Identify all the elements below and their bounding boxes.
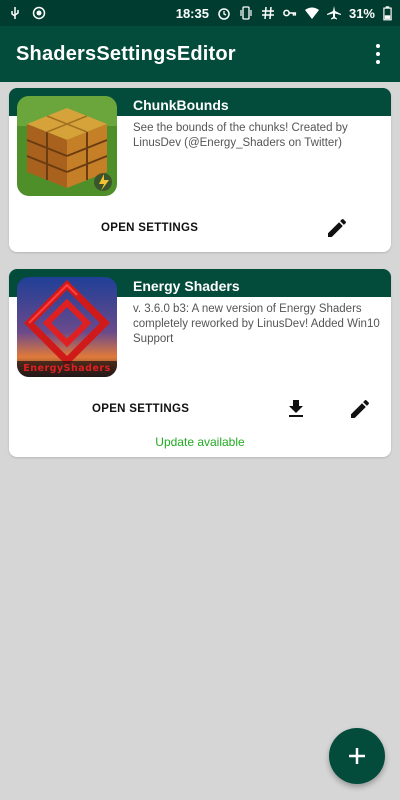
shader-card-energy-shaders: EnergyShaders Energy Shaders v. 3.6.0 b3…: [9, 269, 391, 457]
battery-icon: [383, 5, 392, 20]
plus-icon: [349, 748, 365, 764]
open-settings-button[interactable]: OPEN SETTINGS: [92, 403, 189, 415]
airplane-icon: [326, 6, 341, 20]
shader-card-chunkbounds: ChunkBounds See the bounds of the chunks…: [9, 88, 391, 252]
alarm-icon: [218, 8, 230, 20]
update-available-label: Update available: [155, 435, 245, 449]
shader-name: ChunkBounds: [133, 97, 229, 113]
hashtag-icon: [261, 6, 274, 20]
usb-icon: [11, 7, 19, 19]
wifi-icon: [304, 7, 319, 19]
open-settings-button[interactable]: OPEN SETTINGS: [101, 222, 198, 234]
app-title: ShadersSettingsEditor: [16, 42, 236, 65]
shader-description: v. 3.6.0 b3: A new version of Energy Sha…: [133, 303, 380, 345]
thumbnail-logo-text: EnergyShaders: [23, 363, 111, 374]
record-icon: [32, 6, 46, 20]
pencil-icon[interactable]: [325, 216, 349, 240]
shader-thumbnail: EnergyShaders: [17, 277, 117, 377]
shader-thumbnail: [17, 96, 117, 196]
battery-percent: 31%: [348, 5, 375, 21]
shader-description: See the bounds of the chunks! Created by…: [133, 122, 348, 149]
pencil-icon[interactable]: [348, 397, 372, 421]
shader-name: Energy Shaders: [133, 278, 240, 294]
key-icon: [283, 9, 297, 17]
add-shader-button[interactable]: [329, 728, 385, 784]
vibrate-icon: [240, 6, 252, 20]
status-bar: 18:35 31%: [0, 0, 400, 26]
clock: 18:35: [175, 5, 209, 21]
app-bar: ShadersSettingsEditor: [0, 26, 400, 82]
more-vert-icon[interactable]: [370, 44, 386, 64]
download-icon[interactable]: [284, 397, 308, 421]
